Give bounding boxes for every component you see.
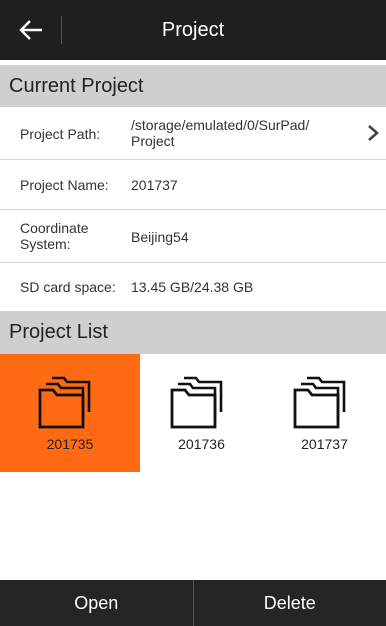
project-name-value: 201737: [131, 177, 178, 193]
project-name-row: Project Name: 201737: [0, 160, 386, 210]
current-project-header: Current Project: [0, 65, 386, 107]
coordinate-system-row: Coordinate System: Beijing54: [0, 210, 386, 263]
project-grid: 201735 201736 201737: [0, 354, 386, 472]
project-path-row[interactable]: Project Path: /storage/emulated/0/SurPad…: [0, 107, 386, 160]
bottom-action-bar: Open Delete: [0, 580, 386, 626]
project-name-label: Project Name:: [20, 177, 109, 193]
project-item-name: 201736: [178, 436, 225, 452]
folder-stack-icon: [293, 376, 345, 429]
chevron-right-icon: [368, 125, 379, 141]
delete-button[interactable]: Delete: [192, 580, 386, 626]
project-item-name: 201735: [46, 436, 94, 452]
project-path-value: /storage/emulated/0/SurPad/ Project: [131, 117, 310, 149]
open-button[interactable]: Open: [0, 580, 193, 626]
coordinate-system-value: Beijing54: [131, 229, 189, 245]
app-header: Project: [0, 0, 386, 60]
sd-card-label: SD card space:: [20, 279, 116, 295]
project-list-header: Project List: [0, 311, 386, 354]
project-item-201737[interactable]: 201737: [263, 354, 386, 472]
sd-card-row: SD card space: 13.45 GB/24.38 GB: [0, 263, 386, 311]
sd-card-value: 13.45 GB/24.38 GB: [131, 279, 254, 295]
coordinate-system-label: Coordinate System:: [20, 220, 89, 252]
project-item-201736[interactable]: 201736: [140, 354, 263, 472]
back-button[interactable]: [0, 0, 62, 60]
back-arrow-icon: [19, 20, 42, 40]
project-item-name: 201737: [301, 436, 348, 452]
folder-stack-icon: [170, 376, 222, 429]
project-item-201735[interactable]: 201735: [0, 354, 140, 472]
project-path-label: Project Path:: [20, 126, 101, 142]
folder-stack-icon: [38, 376, 91, 429]
